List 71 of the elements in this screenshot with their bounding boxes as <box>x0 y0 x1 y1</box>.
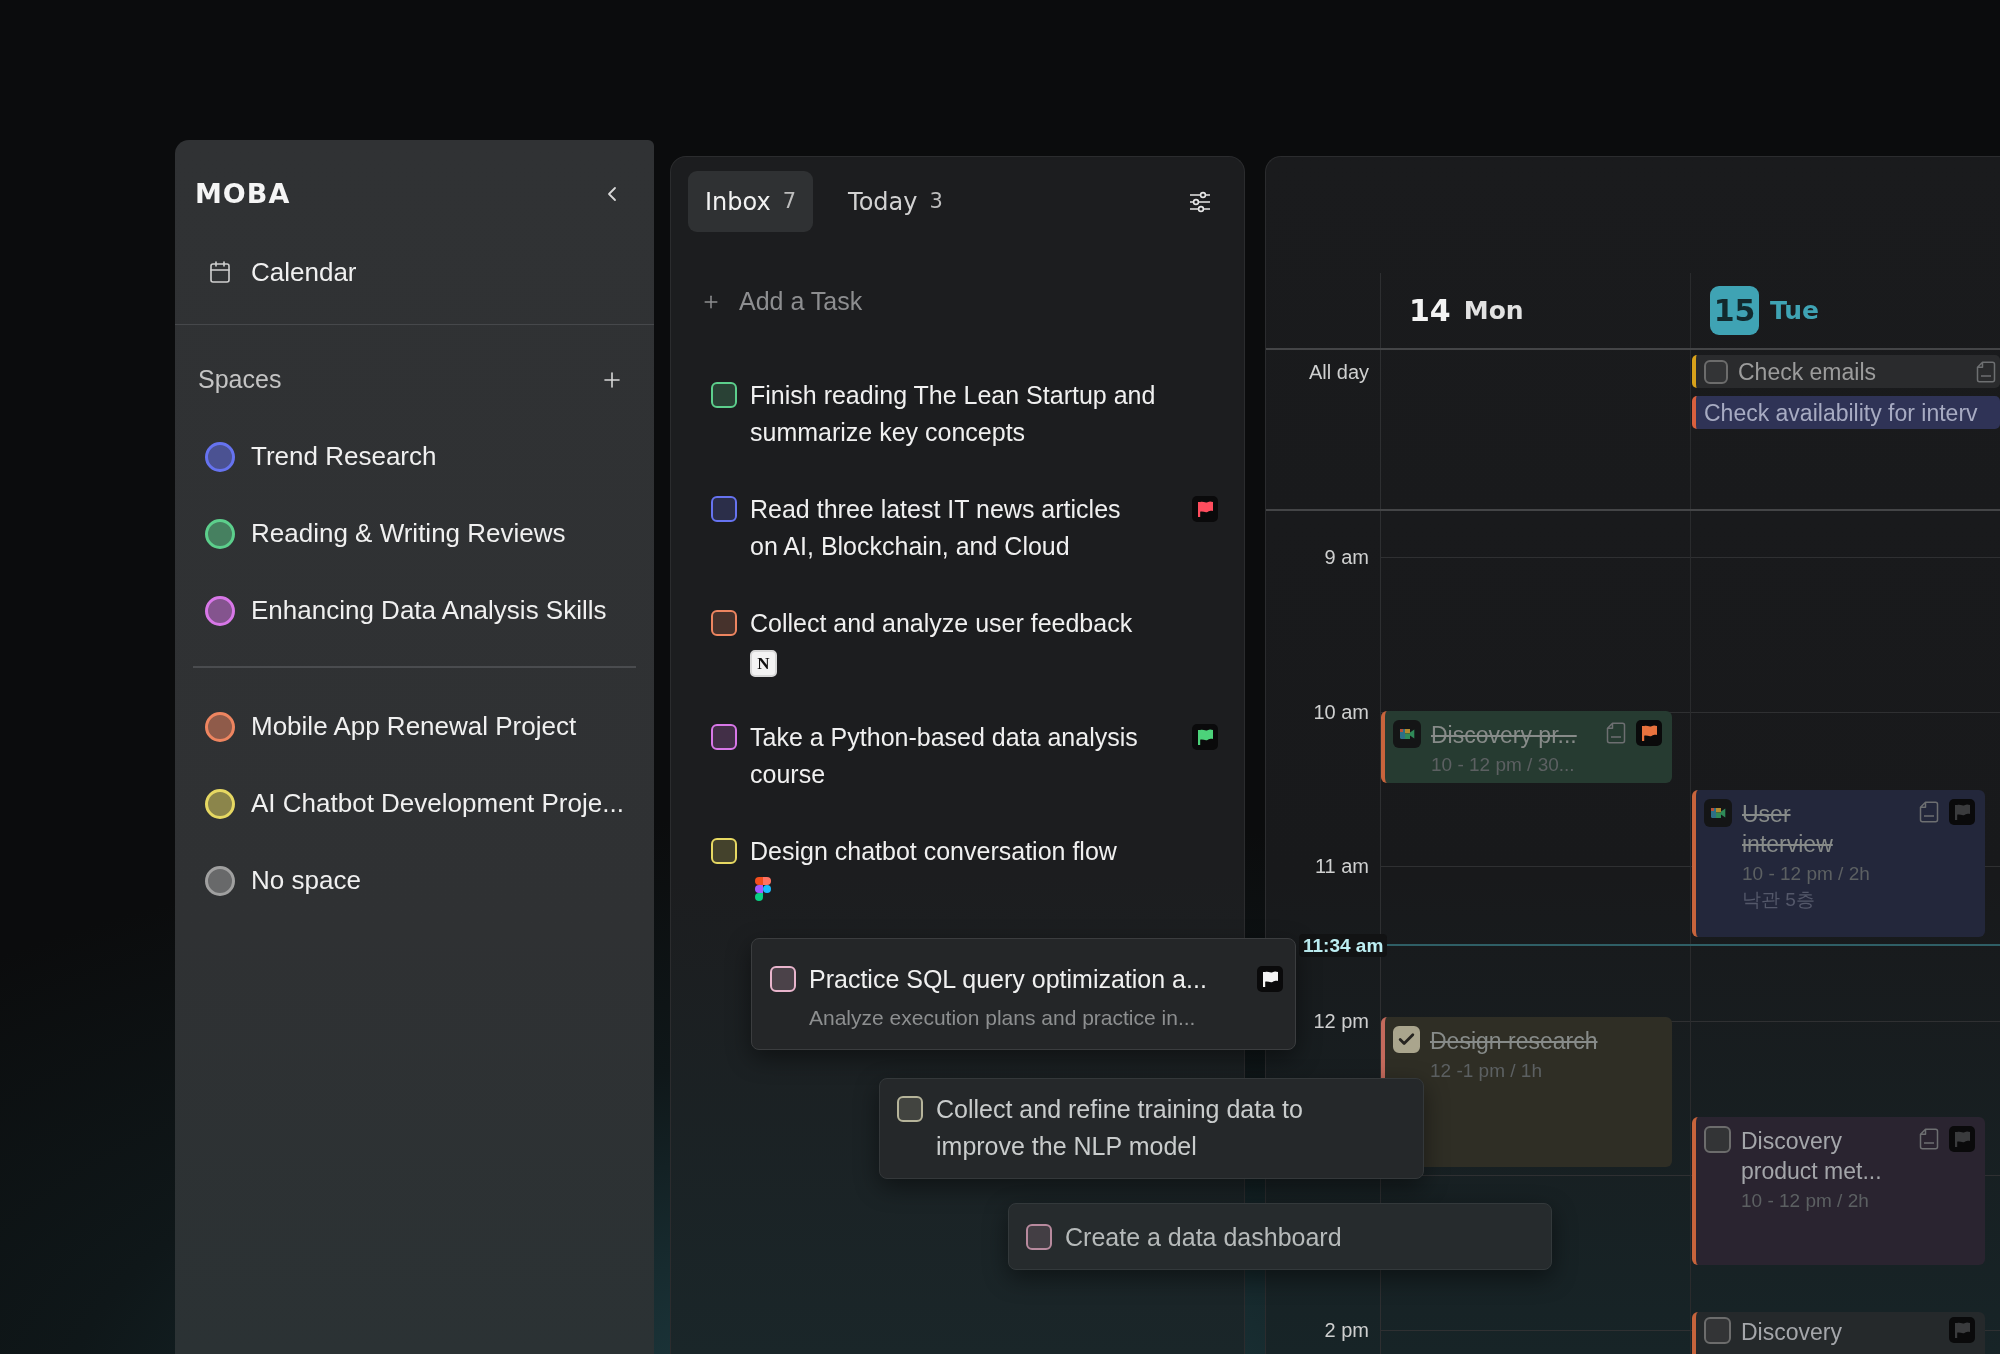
hour-label: 10 am <box>1313 699 1369 724</box>
task-title: Practice SQL query optimization a... <box>809 964 1207 995</box>
event-time: 10 - 12 pm / 2h <box>1741 1189 1869 1213</box>
event-title: User interview <box>1742 800 1834 859</box>
hour-label: 9 am <box>1324 545 1369 569</box>
all-day-event[interactable]: Check emails <box>1692 355 2000 388</box>
checkbox[interactable] <box>1026 1224 1052 1250</box>
priority-button[interactable] <box>1192 724 1218 750</box>
hour-label: 12 pm <box>1313 1008 1369 1033</box>
event-title: Discovery pr... <box>1431 721 1577 750</box>
tab[interactable]: Inbox 7 <box>688 171 814 232</box>
video-camera-icon <box>1704 799 1732 827</box>
event-title: Design research <box>1430 1027 1598 1056</box>
calendar-event[interactable]: Design research 12 -1 pm / 1h <box>1381 1017 1672 1167</box>
priority-button[interactable] <box>1192 496 1218 522</box>
letter-logo-icon: N <box>750 650 777 677</box>
all-day-event[interactable]: Check availability for interv <box>1692 396 2000 429</box>
add-task-button[interactable]: Add a Task <box>701 283 863 320</box>
space-item[interactable]: Mobile App Renewal Project <box>175 688 587 765</box>
task-card[interactable]: Collect and refine training data to improve the NLP model <box>879 1078 1424 1179</box>
event-time: 12 -1 pm / 1h <box>1430 1059 1542 1083</box>
checkbox[interactable] <box>711 496 737 522</box>
checkbox[interactable] <box>711 724 737 750</box>
task-card[interactable]: Practice SQL query optimization a... Analyze execution plans and practice in... <box>751 938 1296 1050</box>
weekday-label: Tue <box>1770 294 1820 327</box>
space-item[interactable]: AI Chatbot Development Proje... <box>175 765 634 842</box>
task-title: Collect and analyze user feedback <box>750 608 1133 639</box>
task-title: Take a Python-based data analysis course <box>750 722 1139 790</box>
checkbox[interactable] <box>1704 1317 1731 1344</box>
all-day-label: All day <box>1308 360 1369 384</box>
task-title: Create a data dashboard <box>1065 1222 1342 1253</box>
space-item[interactable]: Reading & Writing Reviews <box>175 495 576 572</box>
priority-button[interactable] <box>1257 966 1283 992</box>
section-title: Spaces <box>198 364 282 396</box>
app-logo: MOBA <box>195 177 291 211</box>
checkbox[interactable] <box>1393 1026 1420 1053</box>
task-card[interactable]: Create a data dashboard <box>1008 1203 1552 1270</box>
day-date[interactable]: 15 <box>1710 286 1759 335</box>
event-title: Discovery <box>1741 1318 1842 1347</box>
sliders-icon[interactable] <box>1188 189 1212 214</box>
event-title: Check availability for interv <box>1704 398 1978 428</box>
task-title: Finish reading The Lean Startup and summarize key concepts <box>750 380 1157 448</box>
day-date[interactable]: 14 <box>1409 288 1451 333</box>
event-time: 10 - 12 pm / 2h <box>1742 862 1870 886</box>
checkbox[interactable] <box>711 610 737 636</box>
space-item[interactable]: Enhancing Data Analysis Skills <box>175 572 617 649</box>
shapes-logo-icon <box>755 877 771 901</box>
current-time-label: 11:34 am <box>1299 934 1388 957</box>
task-title: Design chatbot conversation flow <box>750 836 1117 867</box>
space-item[interactable]: Trend Research <box>175 418 447 495</box>
priority-button[interactable] <box>1636 720 1662 746</box>
calendar-event[interactable]: Discovery <box>1692 1312 1985 1354</box>
space-item[interactable]: No space <box>175 842 371 919</box>
video-camera-icon <box>1393 720 1421 748</box>
nav-item[interactable]: Calendar <box>175 252 357 292</box>
calendar-event[interactable]: Discovery product met... 10 - 12 pm / 2h <box>1692 1117 1985 1265</box>
event-title: Check emails <box>1738 357 1877 387</box>
checkbox[interactable] <box>770 966 796 992</box>
hour-label: 2 pm <box>1324 1317 1369 1342</box>
weekday-label: Mon <box>1463 294 1524 327</box>
task-title: Read three latest IT news articles on AI, Blockchain, and Cloud <box>750 494 1122 562</box>
checkbox[interactable] <box>1704 1126 1731 1153</box>
event-title: Discovery product met... <box>1741 1127 1883 1186</box>
checkbox[interactable] <box>711 382 737 408</box>
task-title: Collect and refine training data to improve the NLP model <box>936 1094 1304 1162</box>
calendar-icon <box>208 260 232 284</box>
hour-label: 11 am <box>1314 854 1369 878</box>
task-note: Analyze execution plans and practice in... <box>809 1005 1196 1031</box>
checkbox[interactable] <box>897 1096 923 1122</box>
tab[interactable]: Today 3 <box>831 171 960 232</box>
checkbox[interactable] <box>1704 359 1728 384</box>
